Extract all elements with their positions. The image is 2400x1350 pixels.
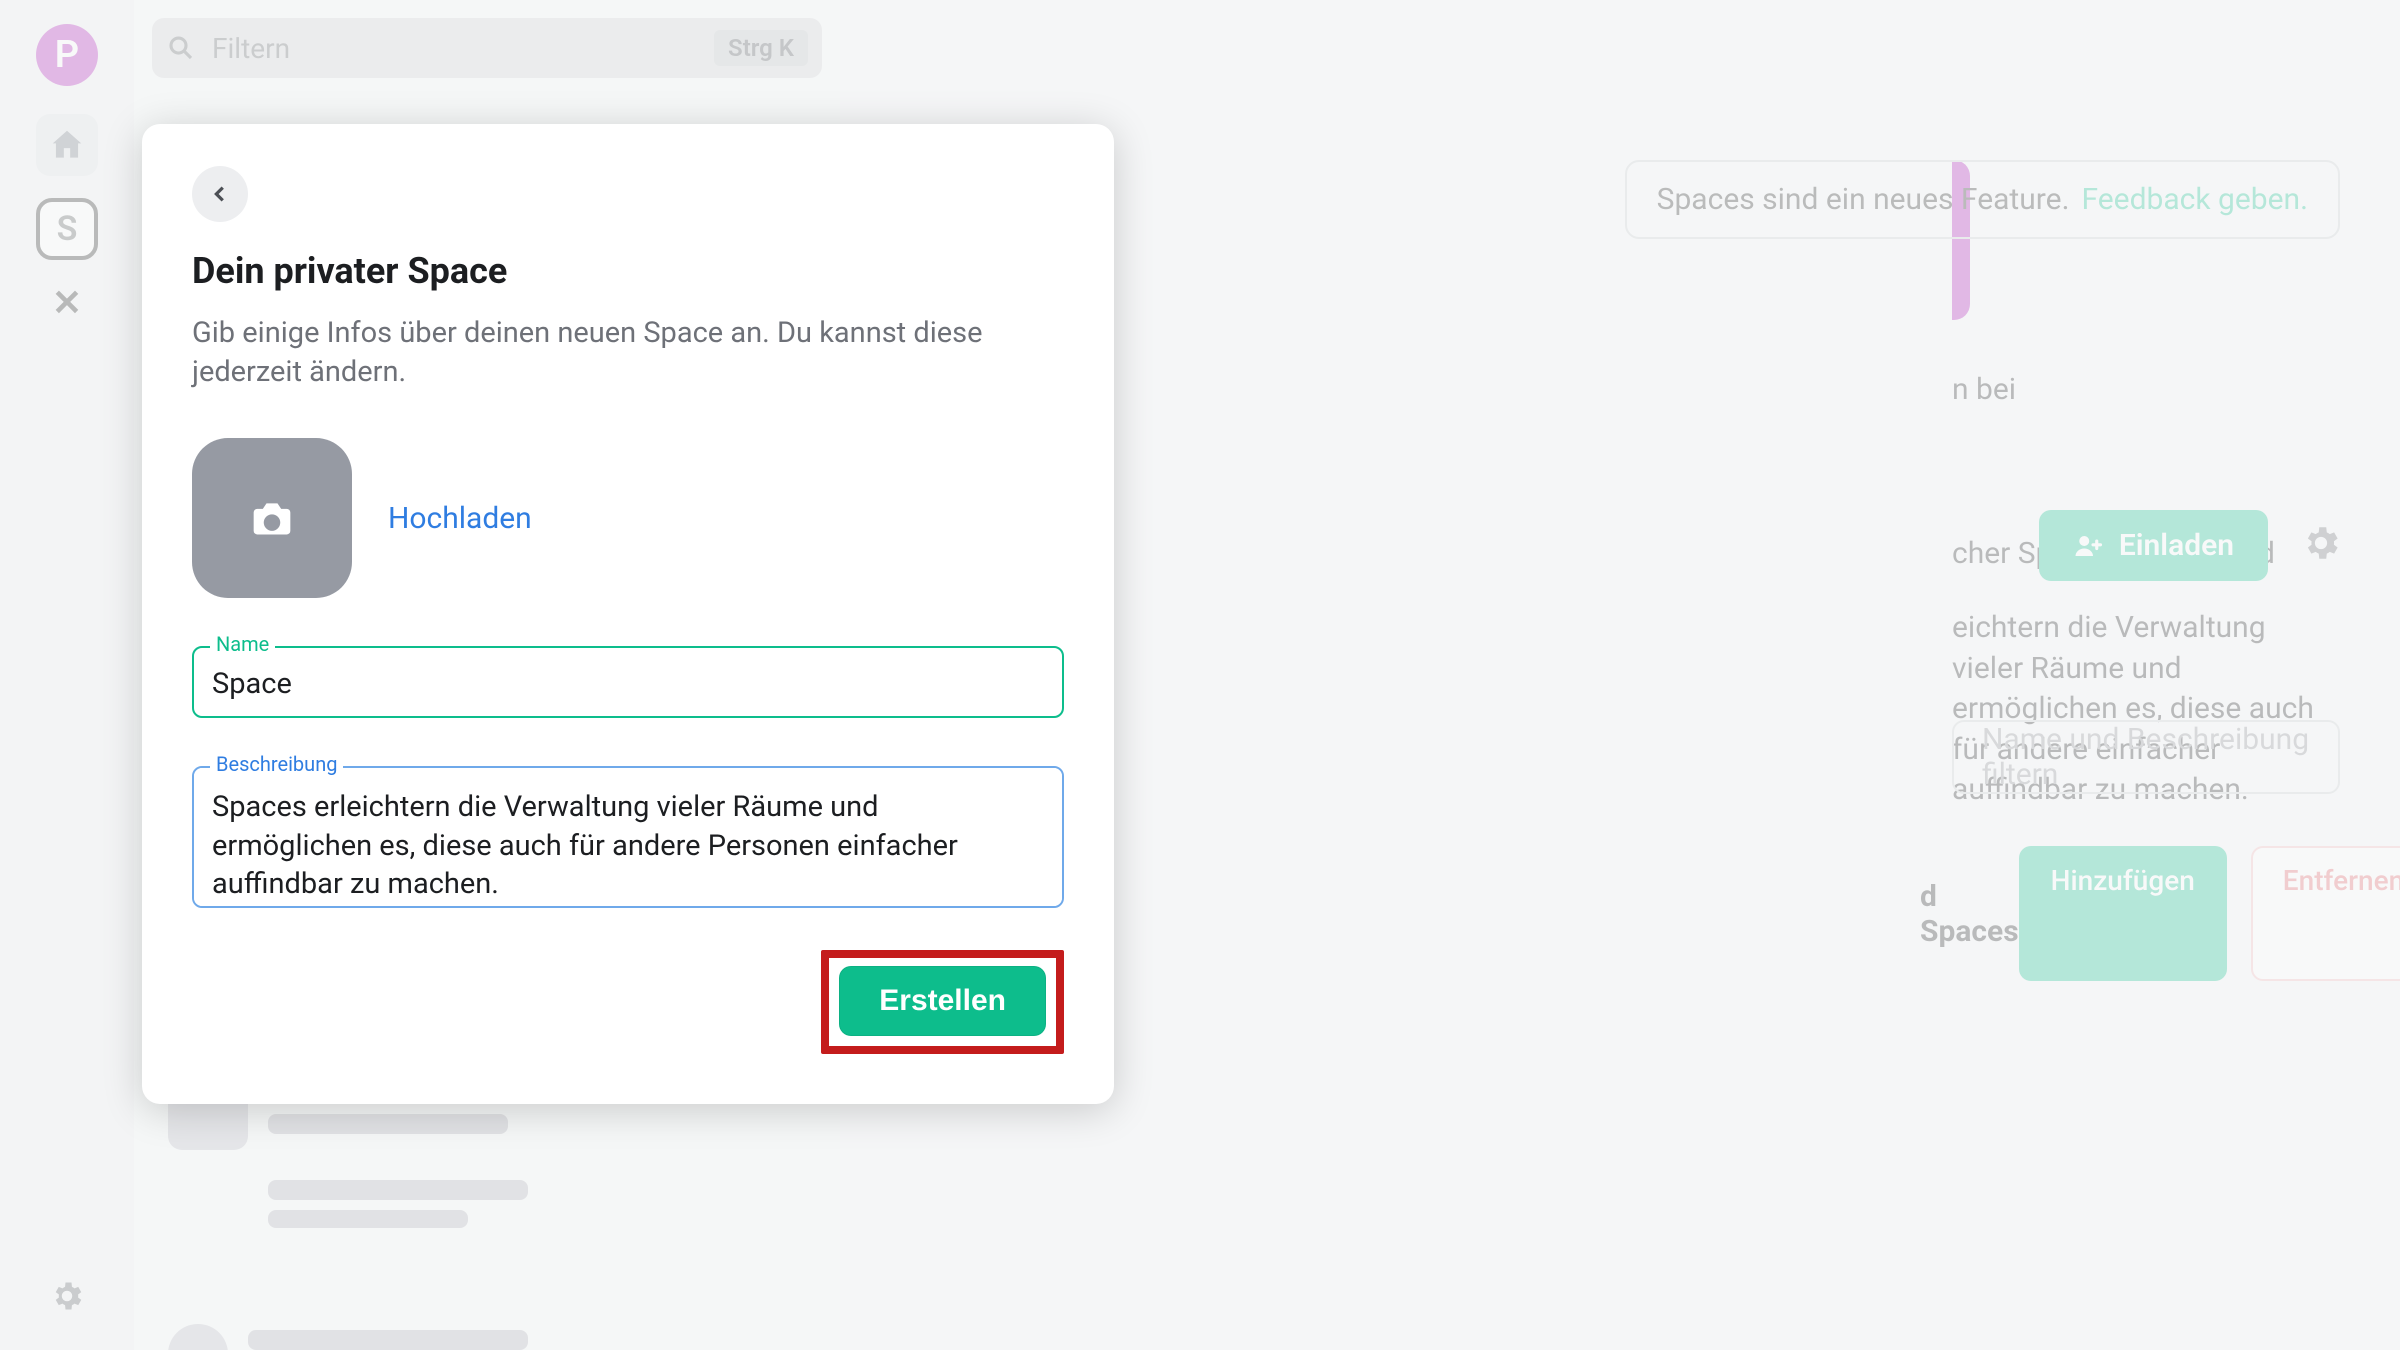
avatar-upload-tile[interactable] [192, 438, 352, 598]
feedback-link[interactable]: Feedback geben. [2081, 182, 2308, 217]
modal-subtitle: Gib einige Infos über deinen neuen Space… [192, 314, 1012, 392]
remove-button[interactable]: Entfernen [2251, 846, 2400, 981]
section-title: d Spaces [1920, 879, 2019, 949]
modal-back-button[interactable] [192, 166, 248, 222]
name-label: Name [210, 632, 275, 656]
search-icon [166, 33, 196, 63]
upload-link[interactable]: Hochladen [388, 501, 532, 536]
feedback-banner: Spaces sind ein neues Feature. Feedback … [1625, 160, 2340, 239]
name-field: Name [192, 646, 1064, 718]
modal-title: Dein privater Space [192, 250, 1064, 292]
gear-icon [2300, 522, 2342, 564]
create-space-modal: Dein privater Space Gib einige Infos übe… [142, 124, 1114, 1104]
banner-text: Spaces sind ein neues Feature. [1657, 182, 2070, 217]
chevron-left-icon [209, 183, 231, 205]
section-row: d Spaces Hinzufügen Entfernen Als nicht … [1920, 846, 2340, 981]
nav-space[interactable]: S [36, 198, 98, 260]
invite-button[interactable]: Einladen [2039, 510, 2268, 581]
invite-icon [2073, 531, 2103, 561]
nav-close-icon[interactable]: ✕ [52, 282, 82, 324]
user-avatar[interactable]: P [36, 24, 98, 86]
rooms-filter-input[interactable]: Name und Beschreibung filtern [1952, 720, 2340, 794]
peek-text: n bei [1952, 372, 2016, 407]
space-settings-button[interactable] [2300, 522, 2342, 568]
camera-icon [248, 496, 296, 540]
filter-placeholder: Filtern [212, 32, 698, 65]
filter-bar[interactable]: Filtern Strg K [152, 18, 822, 78]
nav-settings[interactable] [49, 1278, 85, 1318]
description-label: Beschreibung [210, 752, 343, 776]
nav-home[interactable] [36, 114, 98, 176]
home-icon [48, 126, 86, 164]
create-highlight: Erstellen [821, 950, 1064, 1054]
gear-icon [49, 1278, 85, 1314]
name-input[interactable] [192, 646, 1064, 718]
nav-rail: P S ✕ [0, 0, 134, 1350]
filter-kbd: Strg K [714, 30, 808, 66]
add-button[interactable]: Hinzufügen [2019, 846, 2227, 981]
create-button[interactable]: Erstellen [839, 966, 1046, 1036]
description-input[interactable] [192, 766, 1064, 908]
description-field: Beschreibung [192, 766, 1064, 912]
